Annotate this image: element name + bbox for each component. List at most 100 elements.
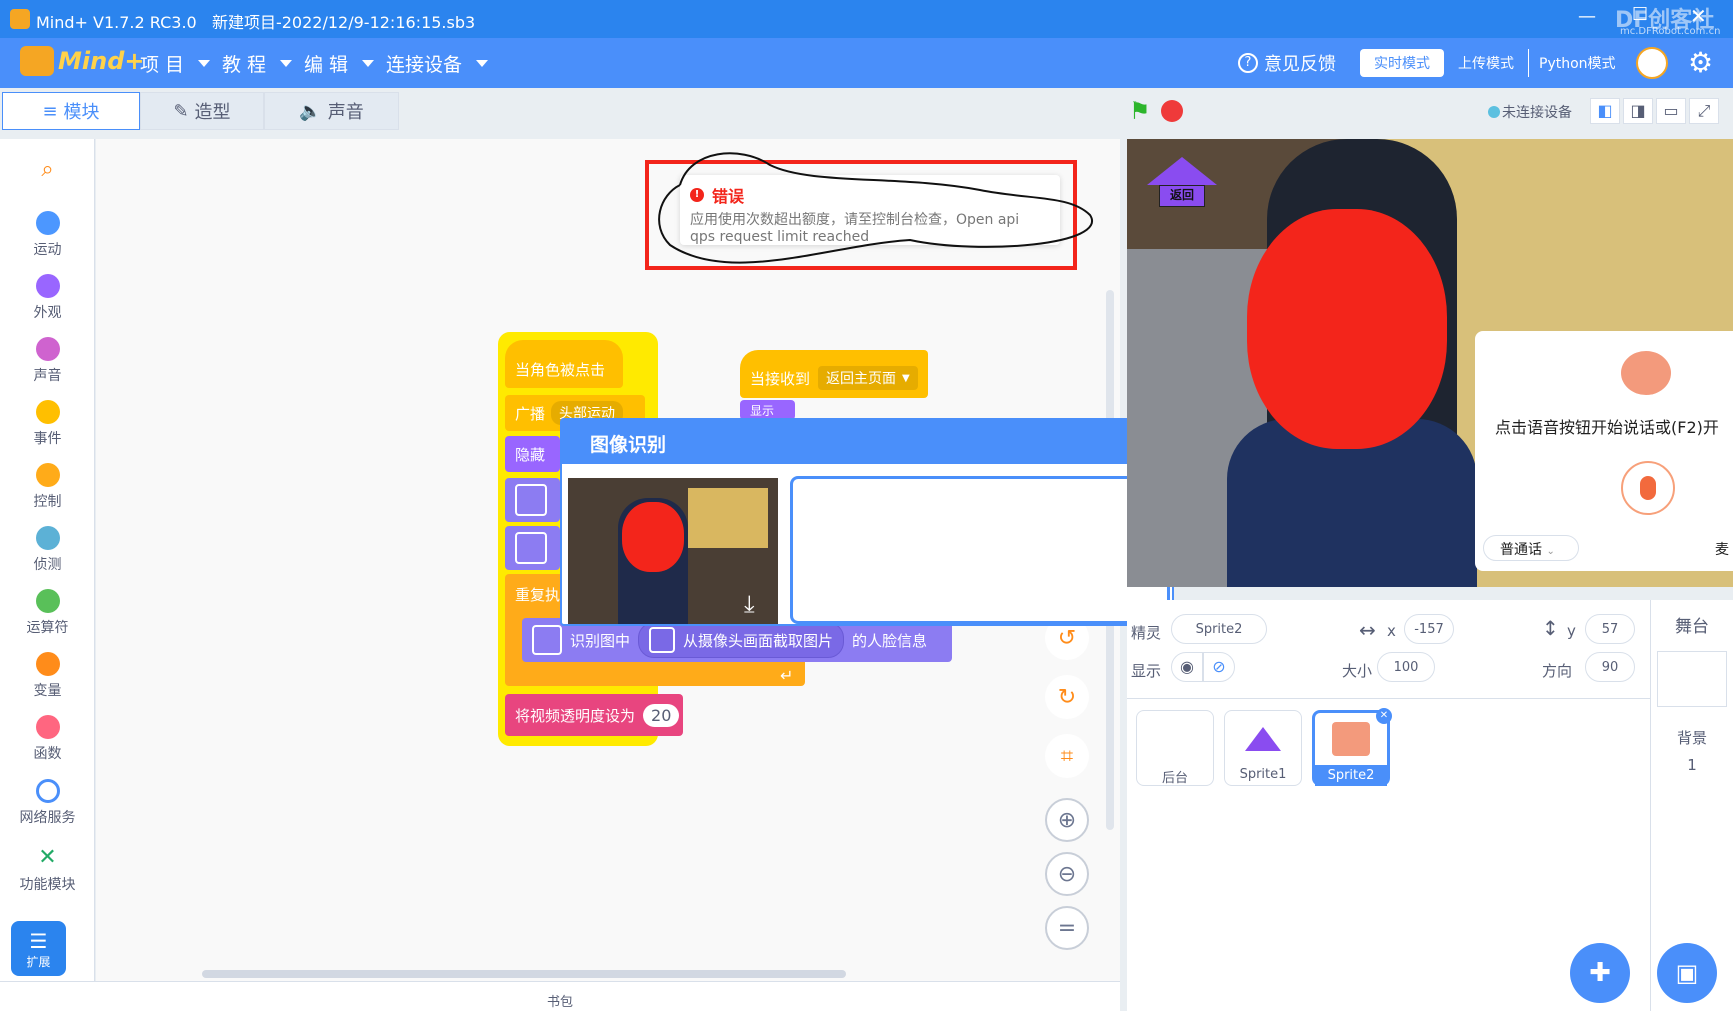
zoom-reset-button[interactable]: = bbox=[1045, 906, 1089, 950]
menu-tutorial[interactable]: 教 程 bbox=[222, 50, 293, 77]
realtime-mode-button[interactable]: 实时模式 bbox=[1360, 49, 1444, 77]
tab-costumes[interactable]: ✎ 造型 bbox=[140, 92, 264, 130]
green-flag-icon[interactable]: ⚑ bbox=[1129, 98, 1155, 124]
tools-icon: ✕ bbox=[35, 846, 60, 870]
layout-small-stage-icon[interactable]: ◧ bbox=[1590, 98, 1620, 124]
sprite-thumb-sprite1[interactable]: Sprite1 bbox=[1224, 710, 1302, 786]
sprite-name-field[interactable]: Sprite2 bbox=[1171, 614, 1267, 644]
menu-bar: Mind+ 项 目 教 程 编 辑 连接设备 ? 意见反馈 实时模式 上传模式 … bbox=[0, 38, 1733, 88]
python-mode-button[interactable]: Python模式 bbox=[1529, 49, 1626, 77]
menu-project[interactable]: 项 目 bbox=[140, 50, 211, 77]
extension-button[interactable]: ☰ 扩展 bbox=[11, 921, 66, 976]
stop-icon[interactable] bbox=[1161, 100, 1183, 122]
sprite-thumb-backstage[interactable]: 后台 bbox=[1136, 710, 1214, 786]
category-motion[interactable]: 运动 bbox=[0, 211, 95, 259]
question-icon: ? bbox=[1238, 53, 1258, 73]
layout-large-stage-icon[interactable]: ▭ bbox=[1656, 98, 1686, 124]
speaker-icon: 🔈 bbox=[299, 100, 322, 122]
x-arrow-icon: ↔ bbox=[1359, 618, 1376, 642]
sprite-info-panel: 精灵 Sprite2 ↔ x -157 ↕ y 57 显示 ◉ ⊘ 大小 100… bbox=[1127, 600, 1650, 1011]
robot-logo-icon bbox=[20, 46, 54, 76]
category-function-modules[interactable]: ✕ 功能模块 bbox=[0, 846, 95, 894]
category-sound[interactable]: 声音 bbox=[0, 337, 95, 385]
category-operators[interactable]: 运算符 bbox=[0, 589, 95, 637]
capture-camera-reporter[interactable]: 从摄像头画面截取图片 bbox=[638, 622, 845, 658]
house-icon bbox=[1245, 727, 1281, 751]
category-looks[interactable]: 外观 bbox=[0, 274, 95, 322]
redo-button[interactable]: ↻ bbox=[1045, 675, 1089, 719]
title-bar: Mind+ V1.7.2 RC3.0 新建项目-2022/12/9-12:16:… bbox=[0, 0, 1733, 65]
image-add-icon: ▣ bbox=[1675, 959, 1699, 987]
category-variables[interactable]: 变量 bbox=[0, 652, 95, 700]
recognition-result-box[interactable] bbox=[790, 476, 1170, 624]
size-field[interactable]: 100 bbox=[1377, 652, 1435, 682]
app-icon bbox=[10, 9, 30, 29]
search-icon[interactable]: ⌕ bbox=[0, 157, 95, 182]
blocks-icon: ≡ bbox=[42, 100, 58, 122]
menu-edit[interactable]: 编 辑 bbox=[304, 50, 375, 77]
message-dropdown[interactable]: 返回主页面 ▼ bbox=[818, 366, 918, 390]
show-eye-icon[interactable]: ◉ bbox=[1171, 652, 1203, 682]
hat-when-sprite-clicked[interactable]: 当角色被点击 bbox=[505, 340, 623, 388]
ai-block-2[interactable] bbox=[505, 526, 560, 570]
category-network[interactable]: 网络服务 bbox=[0, 779, 95, 827]
size-label: 大小 bbox=[1342, 662, 1373, 680]
transparency-input[interactable]: 20 bbox=[643, 703, 680, 727]
minimize-button[interactable]: — bbox=[1578, 6, 1596, 27]
gear-icon[interactable]: ⚙ bbox=[1688, 46, 1713, 79]
robot-avatar-icon bbox=[1621, 351, 1671, 395]
tab-code[interactable]: ≡ 模块 bbox=[2, 92, 140, 130]
direction-label: 方向 bbox=[1542, 662, 1573, 680]
category-control[interactable]: 控制 bbox=[0, 463, 95, 511]
sprite-thumb-sprite2[interactable]: Sprite2 ✕ bbox=[1312, 708, 1392, 786]
microphone-button[interactable] bbox=[1621, 461, 1675, 515]
block-palette: ⌕ 运动 外观 声音 事件 控制 侦测 运算符 变量 函数 网络服务 ✕ 功能模块… bbox=[0, 139, 95, 981]
return-sprite[interactable]: 返回 bbox=[1147, 157, 1217, 213]
x-field[interactable]: -157 bbox=[1404, 614, 1454, 644]
zoom-out-button[interactable]: ⊖ bbox=[1045, 852, 1089, 896]
category-sensing[interactable]: 侦测 bbox=[0, 526, 95, 574]
hide-eye-icon[interactable]: ⊘ bbox=[1203, 652, 1235, 682]
layout-normal-stage-icon[interactable]: ◨ bbox=[1623, 98, 1653, 124]
chevron-down-icon: ▼ bbox=[902, 372, 910, 384]
face-ai-icon bbox=[649, 627, 676, 653]
fullscreen-icon[interactable]: ⤢ bbox=[1689, 98, 1719, 124]
language-select[interactable]: 普通话 ⌄ bbox=[1483, 535, 1579, 561]
zoom-in-button[interactable]: ⊕ bbox=[1045, 798, 1089, 842]
crop-icon[interactable]: ⌗ bbox=[1045, 734, 1089, 778]
voice-more-label: 麦 bbox=[1715, 542, 1729, 558]
upload-mode-button[interactable]: 上传模式 bbox=[1444, 49, 1529, 77]
set-video-transparency-block[interactable]: 将视频透明度设为 20 bbox=[505, 694, 683, 736]
user-avatar[interactable] bbox=[1636, 47, 1668, 79]
menu-connect-device[interactable]: 连接设备 bbox=[386, 50, 489, 77]
show-block[interactable]: 显示 bbox=[740, 400, 795, 420]
show-label: 显示 bbox=[1131, 662, 1162, 680]
stage-thumbnail[interactable] bbox=[1657, 651, 1727, 707]
ai-block-1[interactable] bbox=[505, 478, 560, 522]
image-recognition-dialog: 图像识别 ✕ ⤓ bbox=[560, 418, 1174, 626]
brush-icon: ✎ bbox=[173, 100, 189, 122]
stage-title: 舞台 bbox=[1675, 617, 1709, 637]
horizontal-scrollbar[interactable] bbox=[202, 970, 846, 978]
category-functions[interactable]: 函数 bbox=[0, 715, 95, 763]
tab-sounds[interactable]: 🔈 声音 bbox=[264, 92, 399, 130]
add-backdrop-button[interactable]: ▣ bbox=[1657, 943, 1717, 1003]
dialog-header: 图像识别 bbox=[562, 420, 1172, 464]
category-events[interactable]: 事件 bbox=[0, 400, 95, 448]
cat-add-icon: ✚ bbox=[1589, 958, 1611, 988]
y-field[interactable]: 57 bbox=[1585, 614, 1635, 644]
delete-sprite-icon[interactable]: ✕ bbox=[1376, 708, 1392, 724]
backpack-bar[interactable]: 书包 bbox=[0, 981, 1120, 1011]
black-scribble-annotation bbox=[658, 152, 1094, 264]
voice-prompt: 点击语音按钮开始说话或(F2)开 bbox=[1495, 418, 1719, 437]
hat-when-i-receive[interactable]: 当接收到 返回主页面 ▼ bbox=[740, 350, 928, 398]
y-label: y bbox=[1567, 622, 1576, 640]
direction-field[interactable]: 90 bbox=[1585, 652, 1635, 682]
add-sprite-button[interactable]: ✚ bbox=[1570, 943, 1630, 1003]
x-label: x bbox=[1387, 622, 1396, 640]
sprite2-image bbox=[1332, 722, 1370, 756]
hide-block[interactable]: 隐藏 bbox=[505, 436, 560, 472]
feedback-button[interactable]: ? 意见反馈 bbox=[1238, 50, 1336, 76]
connection-status-dot bbox=[1488, 106, 1500, 118]
download-icon[interactable]: ⤓ bbox=[744, 590, 755, 618]
